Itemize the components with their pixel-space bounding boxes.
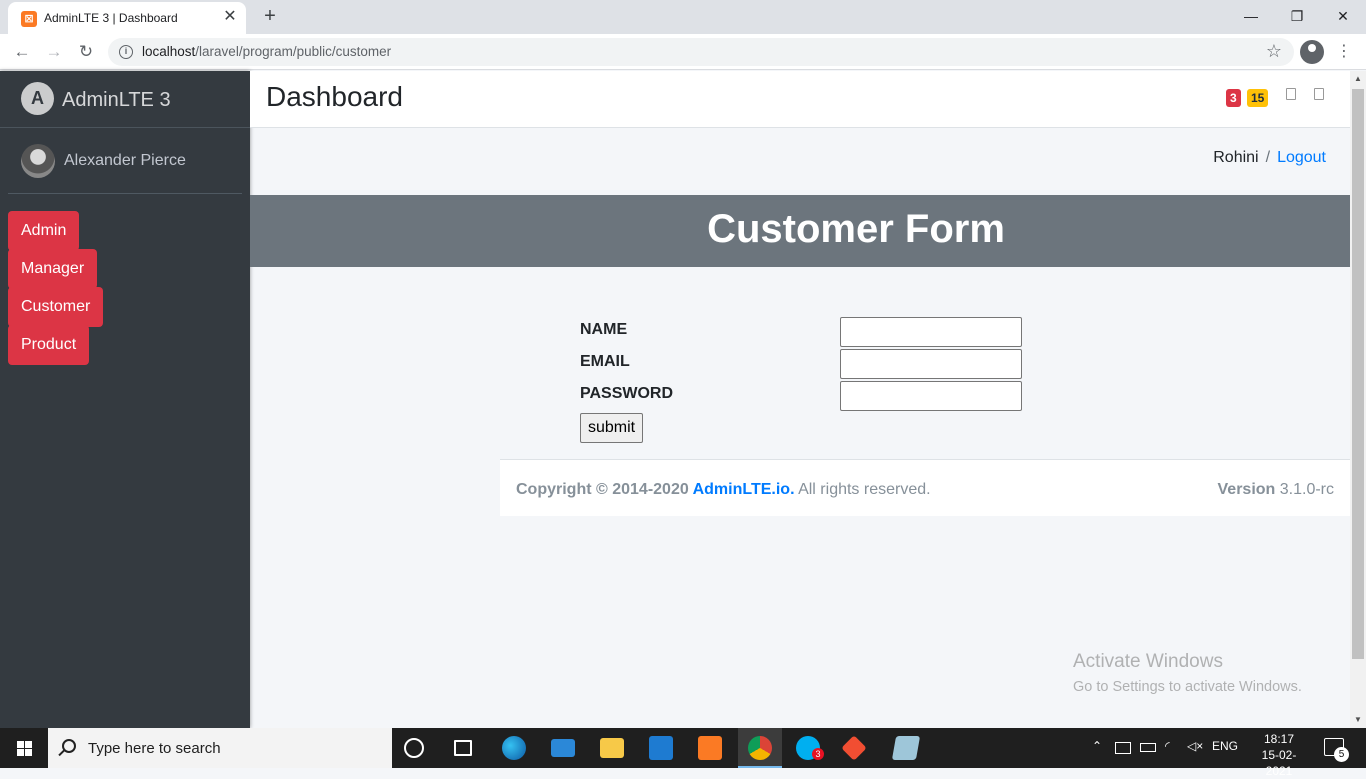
email-label: EMAIL xyxy=(580,353,630,370)
xampp-favicon-icon: ⊠ xyxy=(21,11,37,27)
fullscreen-icon[interactable] xyxy=(1286,88,1296,100)
cortana-icon[interactable] xyxy=(404,738,424,758)
email-input[interactable] xyxy=(840,349,1022,379)
search-placeholder: Type here to search xyxy=(88,740,221,757)
battery-icon[interactable] xyxy=(1140,743,1156,752)
file-explorer-icon[interactable] xyxy=(600,738,624,758)
notepad-icon[interactable] xyxy=(891,736,921,760)
name-label: NAME xyxy=(580,321,628,338)
tray-app-icon[interactable] xyxy=(1115,742,1131,754)
wifi-icon[interactable]: ◜ xyxy=(1165,739,1170,753)
name-input[interactable] xyxy=(840,317,1022,347)
user-panel: Alexander Pierce xyxy=(8,128,242,194)
browser-tab[interactable]: ⊠ AdminLTE 3 | Dashboard ✕ xyxy=(8,2,246,34)
notification-badge-red[interactable]: 3 xyxy=(1226,89,1241,107)
submit-button[interactable]: submit xyxy=(580,413,644,443)
xampp-icon[interactable] xyxy=(698,736,722,760)
bookmark-star-icon[interactable]: ☆ xyxy=(1266,41,1282,62)
notification-badge-yellow[interactable]: 15 xyxy=(1247,89,1269,107)
scroll-up-arrow-icon[interactable]: ▲ xyxy=(1350,71,1366,87)
restore-button[interactable]: ❐ xyxy=(1282,4,1312,28)
minimize-button[interactable]: — xyxy=(1236,4,1266,28)
activate-windows-watermark: Activate Windows Go to Settings to activ… xyxy=(1073,651,1302,695)
language-indicator[interactable]: ENG xyxy=(1212,739,1238,753)
scroll-thumb[interactable] xyxy=(1352,89,1364,659)
windows-taskbar: Type here to search 3 ⌃ ◜ ◁× ENG 18:17 1… xyxy=(0,728,1366,778)
reload-button[interactable]: ↻ xyxy=(74,40,98,64)
back-button[interactable]: ← xyxy=(10,40,34,64)
skype-badge: 3 xyxy=(812,748,824,760)
scroll-down-arrow-icon[interactable]: ▼ xyxy=(1350,712,1366,728)
form-banner: Customer Form xyxy=(250,195,1350,267)
password-input[interactable] xyxy=(840,381,1022,411)
chrome-icon[interactable] xyxy=(748,736,772,760)
sidebar: AdminLTE 3 Alexander Pierce Admin Manage… xyxy=(0,71,250,728)
volume-icon[interactable]: ◁× xyxy=(1187,739,1203,753)
breadcrumb-user: Rohini xyxy=(1213,149,1259,166)
taskbar-search-box[interactable]: Type here to search xyxy=(48,728,392,768)
address-bar[interactable]: i localhost/laravel/program/public/custo… xyxy=(108,38,1294,66)
browser-tab-strip: ⊠ AdminLTE 3 | Dashboard ✕ + — ❐ ✕ xyxy=(0,0,1366,34)
user-avatar xyxy=(21,144,55,178)
footer-version: Version 3.1.0-rc xyxy=(1217,481,1335,498)
browser-menu-icon[interactable]: ⋮ xyxy=(1336,40,1352,64)
profile-avatar-icon[interactable] xyxy=(1300,40,1324,64)
tray-chevron-icon[interactable]: ⌃ xyxy=(1092,739,1102,753)
forward-button[interactable]: → xyxy=(42,40,66,64)
adminlte-link[interactable]: AdminLTE.io. xyxy=(693,481,795,498)
brand-text: AdminLTE 3 xyxy=(62,89,171,111)
new-tab-button[interactable]: + xyxy=(258,5,282,29)
search-icon xyxy=(62,739,76,753)
tab-close-icon[interactable]: ✕ xyxy=(220,7,240,27)
main-header: Dashboard 3 15 xyxy=(250,71,1350,128)
form-title: Customer Form xyxy=(707,207,1005,251)
sidebar-product-button[interactable]: Product xyxy=(8,325,90,365)
password-label: PASSWORD xyxy=(580,385,674,402)
browser-toolbar: ← → ↻ i localhost/laravel/program/public… xyxy=(0,34,1366,70)
sidebar-manager-button[interactable]: Manager xyxy=(8,249,98,289)
page-footer: Copyright © 2014-2020 AdminLTE.io. All r… xyxy=(500,459,1350,516)
page-viewport: AdminLTE 3 Alexander Pierce Admin Manage… xyxy=(0,71,1366,728)
page-title: Dashboard xyxy=(266,81,403,112)
mail-icon[interactable] xyxy=(551,739,575,757)
window-close-button[interactable]: ✕ xyxy=(1328,4,1358,28)
footer-copyright: Copyright © 2014-2020 AdminLTE.io. All r… xyxy=(516,481,931,498)
task-view-icon[interactable] xyxy=(454,740,472,756)
vscode-icon[interactable] xyxy=(649,736,673,760)
tab-title: AdminLTE 3 | Dashboard xyxy=(44,11,178,25)
brand-link[interactable]: AdminLTE 3 xyxy=(0,71,250,128)
edge-icon[interactable] xyxy=(502,736,526,760)
breadcrumb-separator: / xyxy=(1265,149,1271,166)
sidebar-admin-button[interactable]: Admin xyxy=(8,211,80,251)
main-content: Dashboard 3 15 Rohini / Logout Customer Fo… xyxy=(250,71,1350,728)
breadcrumb: Rohini / Logout xyxy=(1213,149,1326,167)
sidebar-customer-button[interactable]: Customer xyxy=(8,287,104,327)
git-icon[interactable] xyxy=(841,735,867,761)
notification-count-badge: 5 xyxy=(1334,747,1349,762)
adminlte-logo-icon xyxy=(21,82,54,115)
start-button[interactable] xyxy=(0,728,48,768)
logout-link[interactable]: Logout xyxy=(1277,149,1326,166)
taskbar-clock[interactable]: 18:17 15-02-2021 xyxy=(1256,731,1302,779)
page-scrollbar[interactable]: ▲ ▼ xyxy=(1350,71,1366,728)
site-info-icon[interactable]: i xyxy=(119,45,133,59)
user-name-link[interactable]: Alexander Pierce xyxy=(64,152,186,170)
url-text[interactable]: localhost/laravel/program/public/custome… xyxy=(142,44,391,59)
control-sidebar-icon[interactable] xyxy=(1314,88,1324,100)
